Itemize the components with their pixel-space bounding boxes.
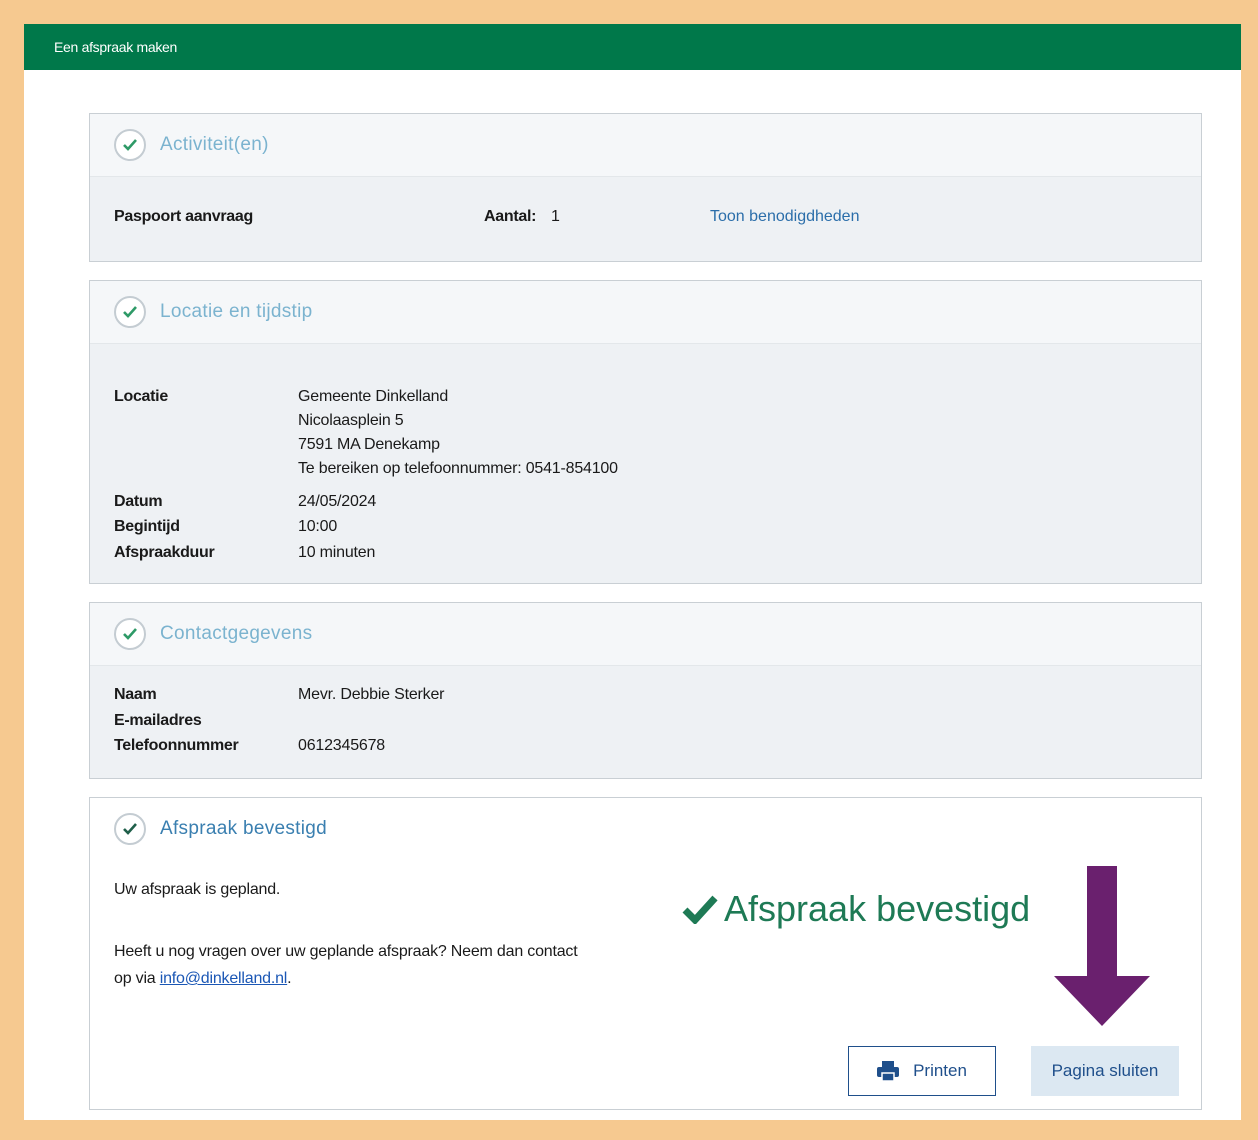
date-label: Datum bbox=[114, 493, 163, 510]
activities-card: Activiteit(en) Paspoort aanvraag Aantal:… bbox=[89, 113, 1202, 262]
confirmation-card: Afspraak bevestigd Uw afspraak is geplan… bbox=[89, 797, 1202, 1110]
start-time-label: Begintijd bbox=[114, 518, 180, 535]
check-circle-icon bbox=[114, 618, 146, 650]
location-line-1: Gemeente Dinkelland bbox=[298, 388, 449, 405]
start-time-value: 10:00 bbox=[298, 518, 338, 535]
question-line-1: Heeft u nog vragen over uw geplande afsp… bbox=[114, 943, 578, 960]
check-circle-icon bbox=[114, 129, 146, 161]
contact-card-header[interactable]: Contactgegevens bbox=[90, 603, 1201, 666]
activity-name: Paspoort aanvraag bbox=[114, 208, 253, 225]
confirmed-status-text: Afspraak bevestigd bbox=[724, 888, 1031, 929]
planned-text: Uw afspraak is gepland. bbox=[114, 881, 281, 898]
contact-title: Contactgegevens bbox=[160, 623, 313, 644]
count-label: Aantal: bbox=[484, 208, 537, 225]
question-suffix: . bbox=[287, 970, 292, 987]
activities-title: Activiteit(en) bbox=[160, 134, 269, 155]
page-container: Een afspraak maken Activiteit(en) Paspoo… bbox=[24, 24, 1241, 1120]
confirmation-card-header: Afspraak bevestigd bbox=[90, 798, 1201, 860]
check-circle-icon bbox=[114, 813, 146, 845]
name-label: Naam bbox=[114, 686, 157, 703]
printer-icon bbox=[877, 1061, 900, 1081]
location-label: Locatie bbox=[114, 388, 168, 405]
arrow-down-icon bbox=[1054, 866, 1150, 1026]
date-value: 24/05/2024 bbox=[298, 493, 377, 510]
email-label: E-mailadres bbox=[114, 712, 202, 729]
close-page-button[interactable]: Pagina sluiten bbox=[1031, 1046, 1179, 1096]
duration-label: Afspraakduur bbox=[114, 544, 215, 561]
phone-value: 0612345678 bbox=[298, 737, 385, 754]
confirmation-title: Afspraak bevestigd bbox=[160, 818, 327, 839]
location-title: Locatie en tijdstip bbox=[160, 301, 313, 322]
checkmark-icon bbox=[682, 895, 718, 924]
check-circle-icon bbox=[114, 296, 146, 328]
name-value: Mevr. Debbie Sterker bbox=[298, 686, 445, 703]
print-button[interactable]: Printen bbox=[848, 1046, 996, 1096]
location-line-3: 7591 MA Denekamp bbox=[298, 436, 440, 453]
print-button-label: Printen bbox=[913, 1061, 967, 1080]
contact-card: Contactgegevens Naam Mevr. Debbie Sterke… bbox=[89, 602, 1202, 779]
duration-value: 10 minuten bbox=[298, 544, 376, 561]
activities-card-header[interactable]: Activiteit(en) bbox=[90, 114, 1201, 177]
count-value: 1 bbox=[551, 208, 560, 225]
page-header: Een afspraak maken bbox=[24, 24, 1241, 70]
orange-frame: Een afspraak maken Activiteit(en) Paspoo… bbox=[9, 9, 1241, 1131]
question-prefix: op via bbox=[114, 970, 160, 987]
location-line-4: Te bereiken op telefoonnummer: 0541-8541… bbox=[298, 460, 618, 477]
email-link[interactable]: info@dinkelland.nl bbox=[160, 970, 288, 987]
phone-label: Telefoonnummer bbox=[114, 737, 239, 754]
confirmed-status: Afspraak bevestigd bbox=[682, 888, 1030, 930]
location-card: Locatie en tijdstip Locatie Gemeente Din… bbox=[89, 280, 1202, 584]
show-requirements-link[interactable]: Toon benodigdheden bbox=[710, 208, 859, 226]
question-line-2: op via info@dinkelland.nl. bbox=[114, 970, 292, 988]
close-page-button-label: Pagina sluiten bbox=[1051, 1061, 1159, 1080]
location-card-header[interactable]: Locatie en tijdstip bbox=[90, 281, 1201, 344]
page-title: Een afspraak maken bbox=[54, 39, 178, 55]
location-line-2: Nicolaasplein 5 bbox=[298, 412, 404, 429]
